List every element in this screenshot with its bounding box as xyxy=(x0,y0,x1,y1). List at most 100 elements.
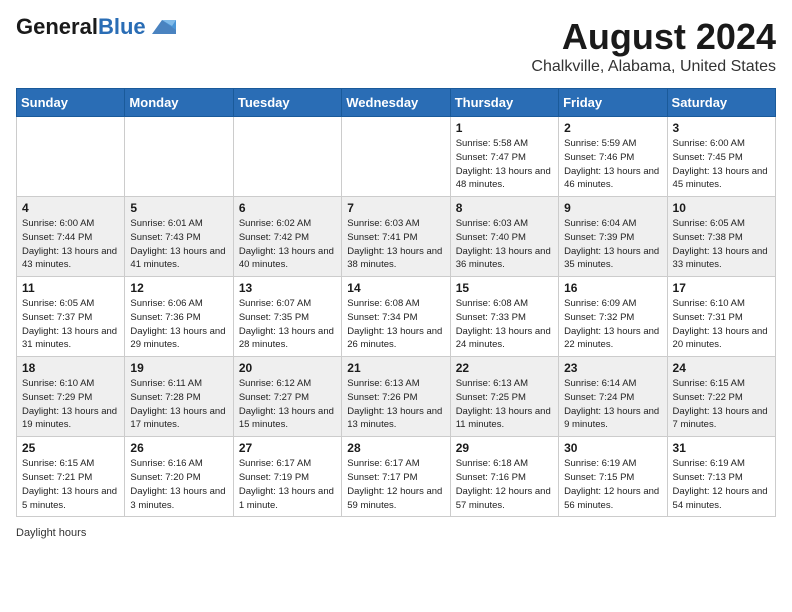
day-number: 10 xyxy=(673,201,770,215)
day-number: 7 xyxy=(347,201,444,215)
calendar-cell: 21 Sunrise: 6:13 AMSunset: 7:26 PMDayligh… xyxy=(342,357,450,437)
day-info: Sunrise: 6:00 AMSunset: 7:44 PMDaylight:… xyxy=(22,217,119,272)
day-number: 23 xyxy=(564,361,661,375)
day-number: 15 xyxy=(456,281,553,295)
day-number: 8 xyxy=(456,201,553,215)
calendar-cell: 13Sunrise: 6:07 AMSunset: 7:35 PMDayligh… xyxy=(233,277,341,357)
title-block: August 2024 Chalkville, Alabama, United … xyxy=(531,16,776,76)
day-info: Sunrise: 6:19 AMSunset: 7:13 PMDaylight:… xyxy=(673,457,770,512)
day-info: Sunrise: 6:18 AMSunset: 7:16 PMDaylight:… xyxy=(456,457,553,512)
day-info: Sunrise: 6:15 AMSunset: 7:22 PMDaylight:… xyxy=(673,377,770,432)
day-info: Sunrise: 5:59 AMSunset: 7:46 PMDaylight:… xyxy=(564,137,661,192)
calendar-cell: 24Sunrise: 6:15 AMSunset: 7:22 PMDayligh… xyxy=(667,357,775,437)
day-info: Sunrise: 6:05 AMSunset: 7:37 PMDaylight:… xyxy=(22,297,119,352)
page-title: August 2024 xyxy=(531,16,776,58)
day-number: 9 xyxy=(564,201,661,215)
day-number: 19 xyxy=(130,361,227,375)
day-number: 14 xyxy=(347,281,444,295)
calendar-cell: 26 Sunrise: 6:16 AMSunset: 7:20 PMDayligh… xyxy=(125,437,233,517)
calendar-week-row: 25Sunrise: 6:15 AMSunset: 7:21 PMDayligh… xyxy=(17,437,776,517)
day-info: Sunrise: 6:12 AMSunset: 7:27 PMDaylight:… xyxy=(239,377,336,432)
calendar-cell: 30Sunrise: 6:19 AMSunset: 7:15 PMDayligh… xyxy=(559,437,667,517)
calendar-col-header: Saturday xyxy=(667,89,775,117)
calendar-cell: 5Sunrise: 6:01 AMSunset: 7:43 PMDaylight… xyxy=(125,197,233,277)
calendar-cell: 20Sunrise: 6:12 AMSunset: 7:27 PMDayligh… xyxy=(233,357,341,437)
calendar-col-header: Thursday xyxy=(450,89,558,117)
calendar-col-header: Friday xyxy=(559,89,667,117)
calendar-cell: 16Sunrise: 6:09 AMSunset: 7:32 PMDayligh… xyxy=(559,277,667,357)
day-number: 1 xyxy=(456,121,553,135)
footer: Daylight hours xyxy=(16,527,776,539)
day-info: Sunrise: 6:11 AMSunset: 7:28 PMDaylight:… xyxy=(130,377,227,432)
calendar-cell: 8 Sunrise: 6:03 AMSunset: 7:40 PMDaylight… xyxy=(450,197,558,277)
day-number: 28 xyxy=(347,441,444,455)
calendar-cell: 25Sunrise: 6:15 AMSunset: 7:21 PMDayligh… xyxy=(17,437,125,517)
day-number: 4 xyxy=(22,201,119,215)
calendar-cell xyxy=(233,117,341,197)
calendar-week-row: 18 Sunrise: 6:10 AMSunset: 7:29 PMDayligh… xyxy=(17,357,776,437)
calendar-cell: 12 Sunrise: 6:06 AMSunset: 7:36 PMDayligh… xyxy=(125,277,233,357)
calendar-cell: 9 Sunrise: 6:04 AMSunset: 7:39 PMDaylight… xyxy=(559,197,667,277)
page-header: GeneralBlue August 2024 Chalkville, Alab… xyxy=(16,16,776,76)
day-info: Sunrise: 6:15 AMSunset: 7:21 PMDaylight:… xyxy=(22,457,119,512)
day-number: 11 xyxy=(22,281,119,295)
day-number: 21 xyxy=(347,361,444,375)
day-number: 3 xyxy=(673,121,770,135)
calendar-cell: 19 Sunrise: 6:11 AMSunset: 7:28 PMDayligh… xyxy=(125,357,233,437)
calendar-week-row: 1 Sunrise: 5:58 AMSunset: 7:47 PMDaylight… xyxy=(17,117,776,197)
day-info: Sunrise: 6:02 AMSunset: 7:42 PMDaylight:… xyxy=(239,217,336,272)
day-number: 12 xyxy=(130,281,227,295)
calendar-cell: 18 Sunrise: 6:10 AMSunset: 7:29 PMDayligh… xyxy=(17,357,125,437)
day-info: Sunrise: 6:05 AMSunset: 7:38 PMDaylight:… xyxy=(673,217,770,272)
day-number: 18 xyxy=(22,361,119,375)
logo: GeneralBlue xyxy=(16,16,176,38)
calendar-header-row: SundayMondayTuesdayWednesdayThursdayFrid… xyxy=(17,89,776,117)
calendar-col-header: Tuesday xyxy=(233,89,341,117)
calendar-cell: 14 Sunrise: 6:08 AMSunset: 7:34 PMDayligh… xyxy=(342,277,450,357)
calendar-cell xyxy=(125,117,233,197)
day-info: Sunrise: 6:10 AMSunset: 7:29 PMDaylight:… xyxy=(22,377,119,432)
calendar-cell: 4 Sunrise: 6:00 AMSunset: 7:44 PMDaylight… xyxy=(17,197,125,277)
day-info: Sunrise: 6:14 AMSunset: 7:24 PMDaylight:… xyxy=(564,377,661,432)
day-number: 6 xyxy=(239,201,336,215)
day-info: Sunrise: 6:07 AMSunset: 7:35 PMDaylight:… xyxy=(239,297,336,352)
day-info: Sunrise: 6:04 AMSunset: 7:39 PMDaylight:… xyxy=(564,217,661,272)
calendar-cell: 17Sunrise: 6:10 AMSunset: 7:31 PMDayligh… xyxy=(667,277,775,357)
day-number: 27 xyxy=(239,441,336,455)
calendar-cell: 11 Sunrise: 6:05 AMSunset: 7:37 PMDayligh… xyxy=(17,277,125,357)
calendar-cell: 7 Sunrise: 6:03 AMSunset: 7:41 PMDaylight… xyxy=(342,197,450,277)
day-info: Sunrise: 6:03 AMSunset: 7:41 PMDaylight:… xyxy=(347,217,444,272)
calendar-week-row: 4 Sunrise: 6:00 AMSunset: 7:44 PMDaylight… xyxy=(17,197,776,277)
day-number: 29 xyxy=(456,441,553,455)
day-number: 16 xyxy=(564,281,661,295)
day-info: Sunrise: 6:13 AMSunset: 7:26 PMDaylight:… xyxy=(347,377,444,432)
calendar-cell: 10 Sunrise: 6:05 AMSunset: 7:38 PMDayligh… xyxy=(667,197,775,277)
day-info: Sunrise: 6:06 AMSunset: 7:36 PMDaylight:… xyxy=(130,297,227,352)
day-info: Sunrise: 6:17 AMSunset: 7:17 PMDaylight:… xyxy=(347,457,444,512)
logo-text: GeneralBlue xyxy=(16,16,146,38)
calendar-col-header: Sunday xyxy=(17,89,125,117)
calendar-cell: 2Sunrise: 5:59 AMSunset: 7:46 PMDaylight… xyxy=(559,117,667,197)
day-number: 30 xyxy=(564,441,661,455)
day-number: 26 xyxy=(130,441,227,455)
calendar-cell: 28 Sunrise: 6:17 AMSunset: 7:17 PMDayligh… xyxy=(342,437,450,517)
calendar-cell: 27Sunrise: 6:17 AMSunset: 7:19 PMDayligh… xyxy=(233,437,341,517)
day-info: Sunrise: 6:03 AMSunset: 7:40 PMDaylight:… xyxy=(456,217,553,272)
calendar-cell: 22 Sunrise: 6:13 AMSunset: 7:25 PMDayligh… xyxy=(450,357,558,437)
calendar-cell xyxy=(342,117,450,197)
calendar-cell: 23 Sunrise: 6:14 AMSunset: 7:24 PMDayligh… xyxy=(559,357,667,437)
calendar-cell: 3Sunrise: 6:00 AMSunset: 7:45 PMDaylight… xyxy=(667,117,775,197)
day-number: 22 xyxy=(456,361,553,375)
day-info: Sunrise: 6:08 AMSunset: 7:34 PMDaylight:… xyxy=(347,297,444,352)
day-number: 31 xyxy=(673,441,770,455)
calendar-cell: 15Sunrise: 6:08 AMSunset: 7:33 PMDayligh… xyxy=(450,277,558,357)
logo-icon xyxy=(148,16,176,38)
page-subtitle: Chalkville, Alabama, United States xyxy=(531,58,776,76)
day-number: 5 xyxy=(130,201,227,215)
calendar-table: SundayMondayTuesdayWednesdayThursdayFrid… xyxy=(16,88,776,517)
day-number: 17 xyxy=(673,281,770,295)
day-info: Sunrise: 6:16 AMSunset: 7:20 PMDaylight:… xyxy=(130,457,227,512)
calendar-col-header: Wednesday xyxy=(342,89,450,117)
day-info: Sunrise: 5:58 AMSunset: 7:47 PMDaylight:… xyxy=(456,137,553,192)
day-info: Sunrise: 6:13 AMSunset: 7:25 PMDaylight:… xyxy=(456,377,553,432)
